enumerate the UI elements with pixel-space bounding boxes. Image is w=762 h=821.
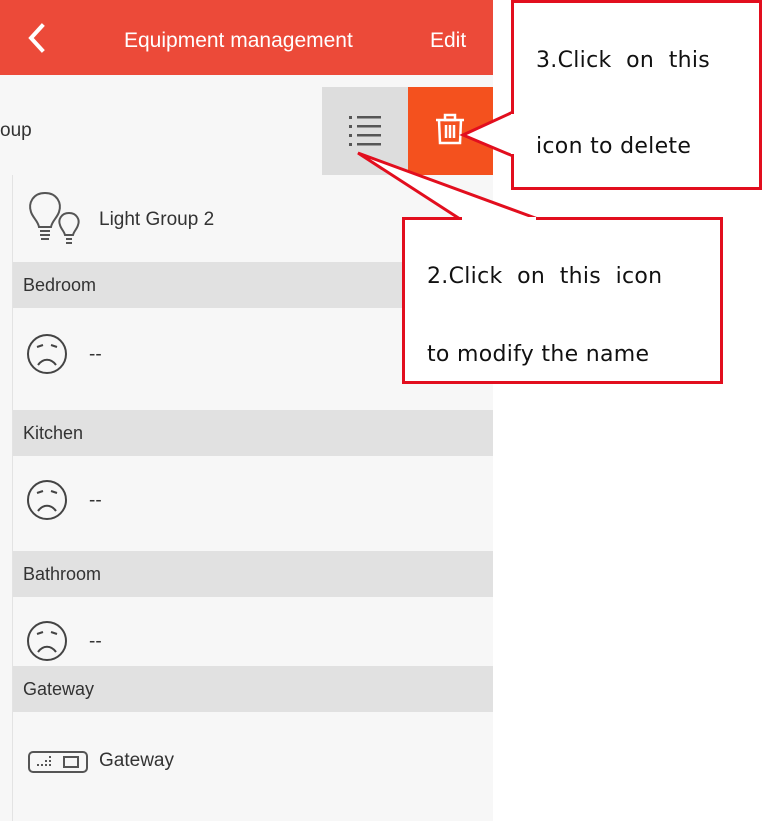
pointer-seams [462,114,536,221]
